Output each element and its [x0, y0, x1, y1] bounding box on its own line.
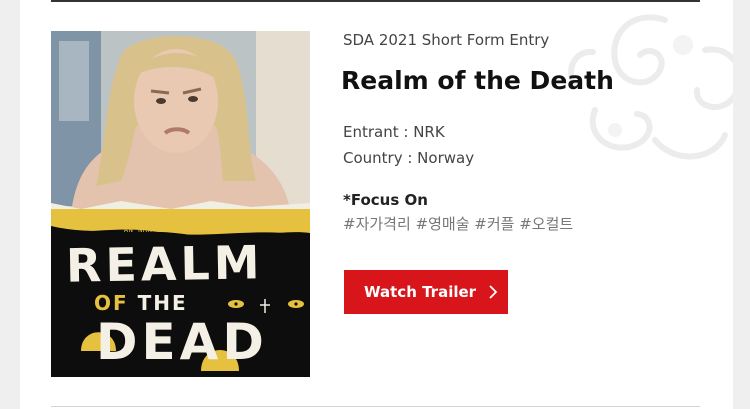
chevron-right-icon	[489, 285, 498, 299]
poster-title-line2: OF THE	[94, 293, 268, 313]
entry-card: AN NRK SHORT FORM SERIES REALM OF THE DE…	[20, 0, 733, 409]
poster-image: AN NRK SHORT FORM SERIES REALM OF THE DE…	[51, 31, 310, 377]
entry-info: SDA 2021 Short Form Entry Realm of the D…	[341, 31, 703, 314]
focus-label: *Focus On	[343, 191, 428, 209]
country-text: Country : Norway	[343, 149, 475, 167]
poster-title-line1: REALM	[65, 235, 264, 293]
entrant-text: Entrant : NRK	[343, 123, 445, 141]
poster-title-the: THE	[137, 291, 188, 315]
poster-tagline: AN NRK SHORT FORM SERIES	[123, 226, 238, 234]
entry-meta: Entrant : NRK Country : Norway	[343, 119, 703, 171]
poster-title: REALM OF THE DEAD	[65, 235, 268, 371]
bottom-divider	[51, 406, 700, 407]
focus-tags: #자가격리 #영매술 #커플 #오컬트	[343, 215, 574, 233]
poster-title-of: OF	[94, 291, 129, 315]
watch-trailer-button[interactable]: Watch Trailer	[344, 270, 508, 314]
watch-trailer-label: Watch Trailer	[364, 283, 477, 301]
poster-title-line3: DEAD	[96, 313, 268, 371]
entry-category: SDA 2021 Short Form Entry	[343, 31, 550, 49]
entry-title: Realm of the Death	[341, 66, 614, 95]
